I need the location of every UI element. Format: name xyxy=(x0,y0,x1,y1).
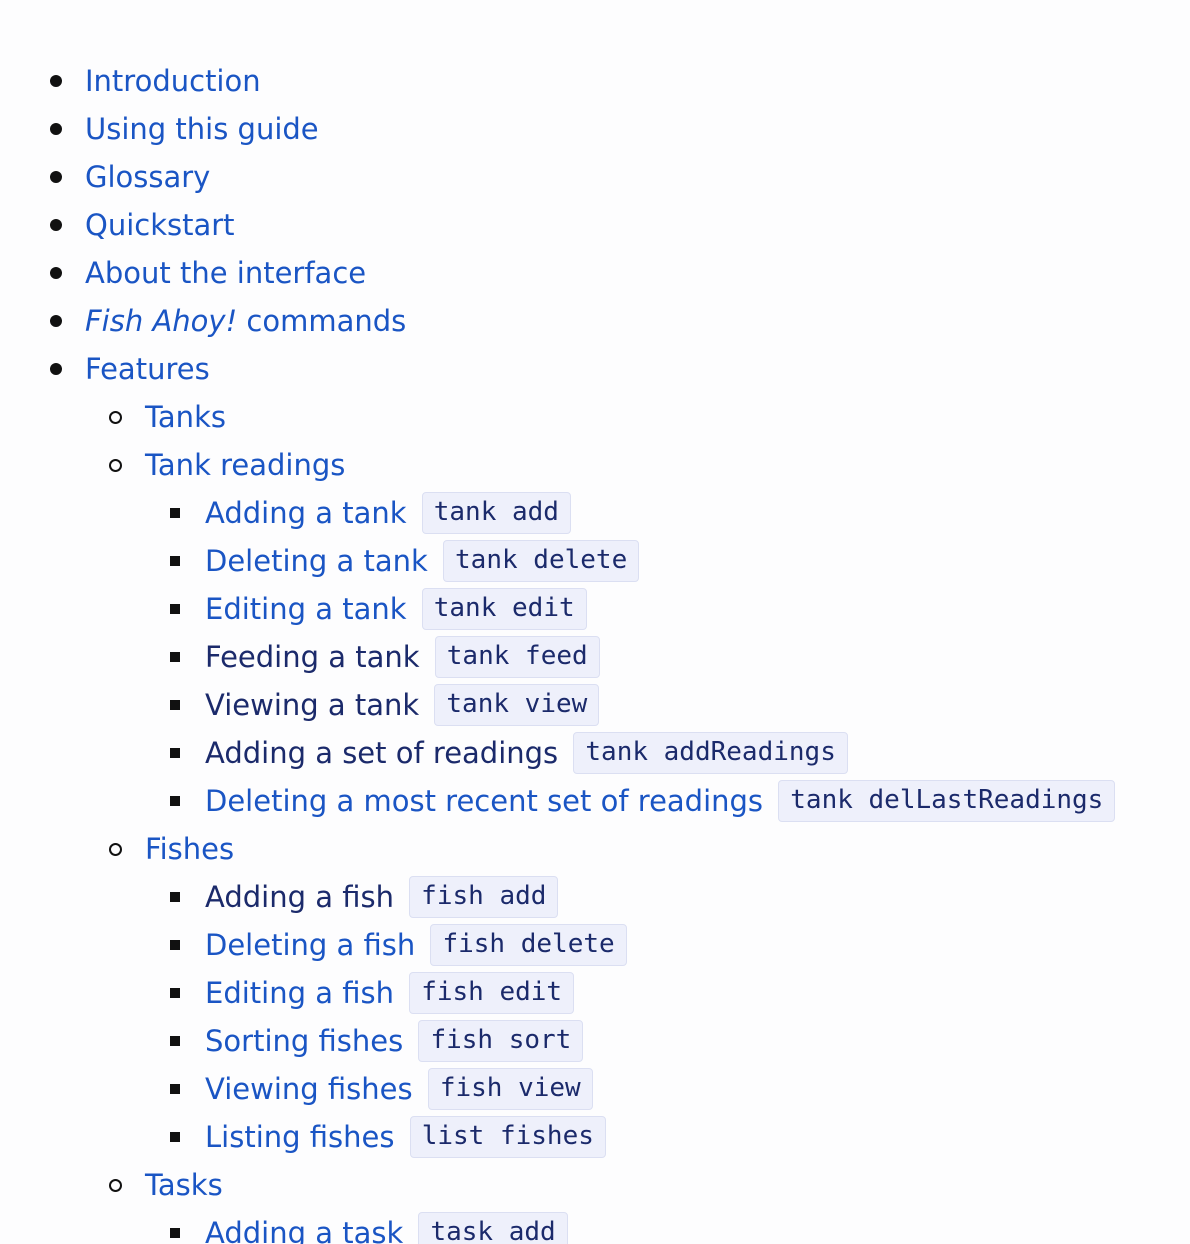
command-code: tank delete xyxy=(443,540,640,582)
toc-link-about-interface[interactable]: About the interface xyxy=(85,256,366,290)
list-item: Fishes Adding a fish fish add Deleting a… xyxy=(85,825,1115,1161)
list-item: Adding a task task add xyxy=(145,1209,1115,1244)
disc-bullet-icon xyxy=(50,363,62,375)
toc-link-adding-task[interactable]: Adding a task xyxy=(205,1216,403,1244)
toc-link-glossary[interactable]: Glossary xyxy=(85,160,210,194)
toc-link-deleting-tank[interactable]: Deleting a tank xyxy=(205,544,428,578)
square-bullet-icon xyxy=(170,1132,180,1142)
list-item: Features Tanks Tank readings Adding a ta… xyxy=(0,345,1116,1244)
circle-bullet-icon xyxy=(109,459,122,472)
disc-bullet-icon xyxy=(50,123,62,135)
square-bullet-icon xyxy=(170,988,180,998)
toc-link-viewing-tank[interactable]: Viewing a tank xyxy=(205,688,419,722)
list-item: Deleting a fish fish delete xyxy=(145,921,1115,969)
circle-bullet-icon xyxy=(109,843,122,856)
fish-commands-sublist: Adding a fish fish add Deleting a fish f… xyxy=(85,873,1115,1161)
disc-bullet-icon xyxy=(50,267,62,279)
square-bullet-icon xyxy=(170,700,180,710)
list-item: Fish Ahoy! commands xyxy=(0,297,1115,345)
command-code: fish view xyxy=(427,1068,593,1110)
disc-bullet-icon xyxy=(50,219,62,231)
list-item: Tank readings Adding a tank tank add Del… xyxy=(85,441,1116,825)
toc-list: Introduction Using this guide Glossary Q… xyxy=(0,57,1116,1244)
list-item: Adding a set of readings tank addReading… xyxy=(145,729,1115,777)
square-bullet-icon xyxy=(170,1228,180,1238)
toc-link-fishes[interactable]: Fishes xyxy=(145,832,234,866)
command-code: fish edit xyxy=(409,972,575,1014)
toc-link-commands[interactable]: Fish Ahoy! commands xyxy=(85,304,406,338)
task-commands-sublist: Adding a task task add xyxy=(85,1209,1115,1244)
circle-bullet-icon xyxy=(109,411,122,424)
toc-link-deleting-last-readings[interactable]: Deleting a most recent set of readings xyxy=(205,784,763,818)
disc-bullet-icon xyxy=(50,171,62,183)
toc-link-using-this-guide[interactable]: Using this guide xyxy=(85,112,319,146)
list-item: Deleting a tank tank delete xyxy=(145,537,1115,585)
toc-link-sorting-fishes[interactable]: Sorting fishes xyxy=(205,1024,403,1058)
toc-link-quickstart[interactable]: Quickstart xyxy=(85,208,235,242)
command-code: list fishes xyxy=(409,1116,606,1158)
disc-bullet-icon xyxy=(50,315,62,327)
list-item: Glossary xyxy=(0,153,1115,201)
commands-label: commands xyxy=(237,304,407,338)
toc-link-adding-readings[interactable]: Adding a set of readings xyxy=(205,736,558,770)
command-code: tank add xyxy=(421,492,571,534)
list-item: Sorting fishes fish sort xyxy=(145,1017,1115,1065)
command-code: tank feed xyxy=(434,636,600,678)
list-item: Quickstart xyxy=(0,201,1115,249)
list-item: Viewing a tank tank view xyxy=(145,681,1115,729)
square-bullet-icon xyxy=(170,604,180,614)
list-item: Editing a tank tank edit xyxy=(145,585,1115,633)
page-title: Table of Contents xyxy=(30,0,551,8)
toc-link-deleting-fish[interactable]: Deleting a fish xyxy=(205,928,415,962)
square-bullet-icon xyxy=(170,1036,180,1046)
list-item: Feeding a tank tank feed xyxy=(145,633,1115,681)
command-code: task add xyxy=(418,1212,568,1244)
list-item: Adding a tank tank add xyxy=(145,489,1115,537)
toc-link-editing-fish[interactable]: Editing a fish xyxy=(205,976,394,1010)
toc-link-feeding-tank[interactable]: Feeding a tank xyxy=(205,640,420,674)
square-bullet-icon xyxy=(170,796,180,806)
square-bullet-icon xyxy=(170,652,180,662)
list-item: Tanks xyxy=(85,393,1115,441)
command-code: fish add xyxy=(409,876,559,918)
disc-bullet-icon xyxy=(50,75,62,87)
list-item: Introduction xyxy=(0,57,1115,105)
list-item: Listing fishes list fishes xyxy=(145,1113,1115,1161)
command-code: tank edit xyxy=(421,588,587,630)
toc-link-listing-fishes[interactable]: Listing fishes xyxy=(205,1120,394,1154)
toc-link-tank-readings[interactable]: Tank readings xyxy=(145,448,345,482)
command-code: fish delete xyxy=(430,924,627,966)
square-bullet-icon xyxy=(170,508,180,518)
list-item: About the interface xyxy=(0,249,1115,297)
toc-link-adding-tank[interactable]: Adding a tank xyxy=(205,496,407,530)
toc-link-introduction[interactable]: Introduction xyxy=(85,64,261,98)
square-bullet-icon xyxy=(170,940,180,950)
command-code: tank view xyxy=(434,684,600,726)
square-bullet-icon xyxy=(170,892,180,902)
list-item: Viewing fishes fish view xyxy=(145,1065,1115,1113)
square-bullet-icon xyxy=(170,556,180,566)
toc-link-tasks[interactable]: Tasks xyxy=(145,1168,223,1202)
list-item: Editing a fish fish edit xyxy=(145,969,1115,1017)
square-bullet-icon xyxy=(170,1084,180,1094)
list-item: Deleting a most recent set of readings t… xyxy=(145,777,1116,825)
features-sublist: Tanks Tank readings Adding a tank tank a… xyxy=(0,393,1116,1244)
square-bullet-icon xyxy=(170,748,180,758)
command-code: tank delLastReadings xyxy=(778,780,1116,822)
toc-link-viewing-fishes[interactable]: Viewing fishes xyxy=(205,1072,413,1106)
toc-link-adding-fish[interactable]: Adding a fish xyxy=(205,880,394,914)
list-item: Adding a fish fish add xyxy=(145,873,1115,921)
list-item: Using this guide xyxy=(0,105,1115,153)
command-code: fish sort xyxy=(418,1020,584,1062)
list-item: Tasks Adding a task task add xyxy=(85,1161,1115,1244)
toc-link-features[interactable]: Features xyxy=(85,352,210,386)
toc-link-editing-tank[interactable]: Editing a tank xyxy=(205,592,407,626)
toc-page: Table of Contents Introduction Using thi… xyxy=(0,0,1190,1244)
toc-link-tanks[interactable]: Tanks xyxy=(145,400,226,434)
tank-commands-sublist: Adding a tank tank add Deleting a tank t… xyxy=(85,489,1116,825)
app-name-italic: Fish Ahoy! xyxy=(85,304,238,338)
command-code: tank addReadings xyxy=(573,732,848,774)
circle-bullet-icon xyxy=(109,1179,122,1192)
